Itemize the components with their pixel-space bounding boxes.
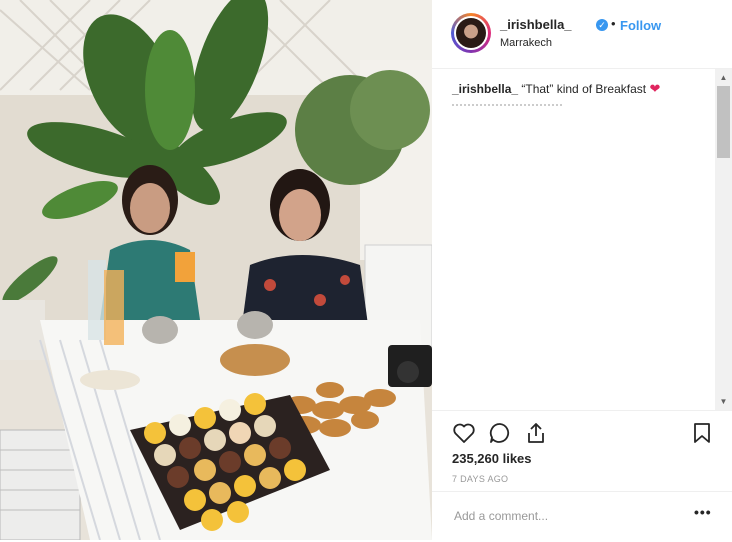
comment-icon[interactable] [488,421,512,445]
comment-input[interactable] [452,508,676,524]
caption-text: “That” kind of Breakfast [518,82,650,96]
timestamp[interactable]: 7 DAYS AGO [452,474,508,484]
scroll-thumb[interactable] [717,86,730,158]
post-actions: 235,260 likes 7 DAYS AGO ••• [432,410,732,541]
verified-icon: ✓ [596,19,608,31]
share-icon[interactable] [524,421,548,445]
bookmark-icon[interactable] [690,421,714,445]
comments-section: _irishbella_ “That” kind of Breakfast ❤ [432,69,732,410]
red-heart-icon: ❤ [649,81,661,96]
location-link[interactable]: Marrakech [500,37,552,49]
caption: _irishbella_ “That” kind of Breakfast ❤ [452,81,712,97]
post-header: _irishbella_ ✓ • Follow Marrakech [432,0,732,69]
likes-count[interactable]: 235,260 likes [452,451,532,466]
comments-scrollbar[interactable]: ▲ ▼ [715,69,732,410]
post-photo[interactable] [0,0,432,540]
post-side-panel: _irishbella_ ✓ • Follow Marrakech _irish… [432,0,732,540]
heart-icon[interactable] [452,421,476,445]
comment-box: ••• [432,491,732,542]
separator-dot: • [611,16,616,31]
comment-placeholder-line [452,104,562,110]
caption-username[interactable]: _irishbella_ [452,82,518,96]
more-options-icon[interactable]: ••• [694,504,712,520]
breakfast-photo-illustration [0,0,432,540]
follow-button[interactable]: Follow [620,18,661,33]
scroll-down-arrow-icon[interactable]: ▼ [715,393,732,410]
avatar[interactable] [451,13,491,53]
username-link[interactable]: _irishbella_ [500,17,572,32]
scroll-up-arrow-icon[interactable]: ▲ [715,69,732,86]
